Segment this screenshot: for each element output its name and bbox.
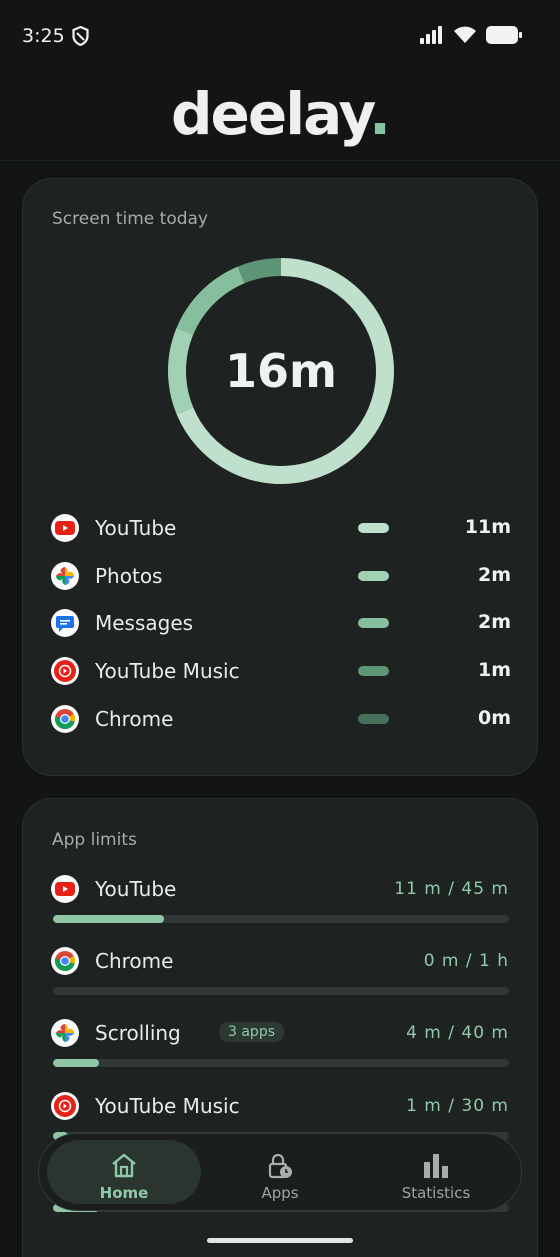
limit-value: 0 m / 1 h xyxy=(423,951,509,972)
youtube-music-icon xyxy=(51,1091,79,1120)
limit-app-name: YouTube xyxy=(95,877,177,901)
app-logo: deelay. xyxy=(171,80,391,148)
photos-icon xyxy=(51,1019,79,1048)
limit-app-name: YouTube Music xyxy=(95,1093,240,1118)
app-name: Chrome xyxy=(95,706,174,731)
shield-icon xyxy=(72,25,89,50)
usage-row[interactable]: Chrome 0m xyxy=(51,703,511,735)
usage-row[interactable]: YouTube 11m xyxy=(51,512,511,544)
limit-app-name: Scrolling xyxy=(95,1021,181,1046)
app-limits-title: App limits xyxy=(52,830,137,850)
screen-time-total: 16m xyxy=(225,344,337,398)
app-header: deelay. xyxy=(0,72,560,161)
usage-color-pill xyxy=(358,666,389,677)
messages-icon xyxy=(51,609,79,638)
limit-app-name: Chrome xyxy=(95,949,174,974)
status-bar: 3:25 xyxy=(0,0,560,72)
limit-value: 4 m / 40 m xyxy=(406,1023,509,1044)
nav-statistics[interactable]: Statistics xyxy=(359,1140,513,1204)
app-name: Messages xyxy=(95,611,194,636)
status-time: 3:25 xyxy=(22,25,65,47)
usage-time: 0m xyxy=(477,706,511,729)
home-indicator xyxy=(207,1238,353,1243)
usage-row[interactable]: YouTube Music 1m xyxy=(51,655,511,687)
usage-time: 11m xyxy=(464,516,511,538)
youtube-icon xyxy=(51,514,79,542)
usage-color-pill xyxy=(358,713,389,724)
battery-icon xyxy=(486,26,522,48)
bar-chart-icon xyxy=(422,1152,450,1182)
limit-value: 1 m / 30 m xyxy=(406,1095,509,1116)
app-name: YouTube Music xyxy=(95,659,240,684)
home-icon xyxy=(110,1152,138,1182)
bottom-navigation: Home Apps Statistics xyxy=(38,1133,522,1211)
chrome-icon xyxy=(51,704,79,733)
nav-apps-label: Apps xyxy=(261,1184,299,1202)
nav-statistics-label: Statistics xyxy=(401,1184,471,1202)
photos-icon xyxy=(51,561,79,590)
app-name: YouTube xyxy=(95,516,177,540)
youtube-music-icon xyxy=(51,657,79,686)
usage-color-pill xyxy=(358,570,389,581)
limit-progress-track xyxy=(53,987,509,996)
chrome-icon xyxy=(51,947,79,976)
usage-color-pill xyxy=(358,523,389,533)
limit-row[interactable]: Chrome 0 m / 1 h xyxy=(51,943,509,1003)
nav-home[interactable]: Home xyxy=(47,1140,201,1204)
limit-progress-track xyxy=(53,915,509,923)
usage-row[interactable]: Photos 2m xyxy=(51,560,511,592)
usage-row[interactable]: Messages 2m xyxy=(51,607,511,639)
usage-color-pill xyxy=(358,618,389,629)
app-name: Photos xyxy=(95,563,163,588)
nav-home-label: Home xyxy=(99,1184,149,1202)
limit-value: 11 m / 45 m xyxy=(394,879,509,899)
wifi-icon xyxy=(453,26,477,48)
group-count-badge: 3 apps xyxy=(219,1022,285,1043)
screen-time-title: Screen time today xyxy=(52,209,208,229)
usage-time: 2m xyxy=(477,611,511,634)
limit-progress-track xyxy=(53,1059,509,1068)
nav-apps[interactable]: Apps xyxy=(203,1140,357,1204)
usage-time: 1m xyxy=(477,659,511,682)
signal-icon xyxy=(420,26,444,48)
limit-progress-fill xyxy=(53,1059,99,1068)
limit-progress-fill xyxy=(53,915,165,923)
youtube-icon xyxy=(51,875,79,903)
usage-time: 2m xyxy=(477,563,511,586)
limit-row[interactable]: Scrolling 3 apps 4 m / 40 m xyxy=(51,1015,509,1075)
lock-clock-icon xyxy=(266,1152,294,1184)
limit-row[interactable]: YouTube 11 m / 45 m xyxy=(51,871,509,931)
screen-time-card[interactable]: Screen time today 16m YouTube 11m Photos 2m… xyxy=(22,178,538,776)
